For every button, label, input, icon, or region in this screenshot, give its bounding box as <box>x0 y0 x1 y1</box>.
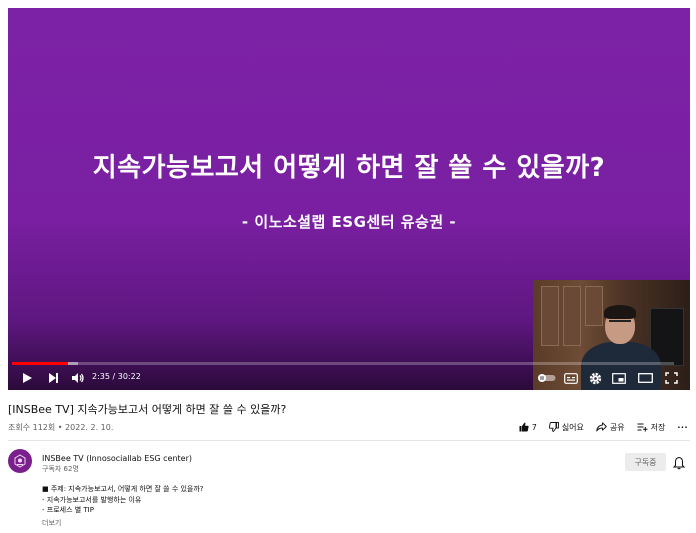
slide-title: 지속가능보고서 어떻게 하면 잘 쓸 수 있을까? <box>92 153 606 183</box>
channel-avatar[interactable] <box>8 449 32 473</box>
bee-logo-icon <box>14 454 26 468</box>
description-line: ■ 주제: 지속가능보고서, 어떻게 하면 잘 쓸 수 있을까? <box>42 485 204 493</box>
bell-icon[interactable] <box>672 455 686 470</box>
miniplayer-icon[interactable] <box>608 368 630 388</box>
subscriber-count: 구독자 62명 <box>42 465 79 473</box>
player-controls: 2:35 / 30:22 <box>8 366 690 390</box>
theater-icon[interactable] <box>634 368 656 388</box>
action-bar: 7 싫어요 공유 저장 ··· <box>507 420 688 434</box>
show-more-link[interactable]: 더보기 <box>42 518 61 528</box>
thumbs-down-icon <box>548 422 559 432</box>
next-icon[interactable] <box>44 368 62 388</box>
view-count-and-date: 조회수 112회 • 2022. 2. 10. <box>8 423 114 432</box>
channel-name[interactable]: INSBee TV (Innosociallab ESG center) <box>42 454 192 463</box>
volume-icon[interactable] <box>68 368 86 388</box>
more-actions-button[interactable]: ··· <box>677 423 688 432</box>
share-button[interactable]: 공유 <box>596 422 625 433</box>
video-title: [INSBee TV] 지속가능보고서 어떻게 하면 잘 쓸 수 있을까? <box>8 403 287 416</box>
subscribed-button[interactable]: 구독중 <box>625 453 666 471</box>
video-description: ■ 주제: 지속가능보고서, 어떻게 하면 잘 쓸 수 있을까? - 지속가능보… <box>42 484 204 516</box>
slide-subtitle: - 이노소셜랩 ESG센터 유승권 - <box>241 213 457 231</box>
save-button[interactable]: 저장 <box>637 422 666 433</box>
dislike-button[interactable]: 싫어요 <box>548 422 584 433</box>
video-player[interactable]: 지속가능보고서 어떻게 하면 잘 쓸 수 있을까? - 이노소셜랩 ESG센터 … <box>8 8 690 390</box>
progress-fill <box>12 362 69 365</box>
like-count: 7 <box>531 422 537 432</box>
progress-bar[interactable] <box>12 362 674 365</box>
time-display: 2:35 / 30:22 <box>92 372 141 381</box>
save-label: 저장 <box>650 422 666 432</box>
dislike-label: 싫어요 <box>561 422 584 432</box>
fullscreen-icon[interactable] <box>660 368 682 388</box>
captions-icon[interactable] <box>560 368 582 388</box>
share-label: 공유 <box>609 422 625 432</box>
description-line: - 지속가능보고서를 발행하는 이유 <box>42 495 142 504</box>
divider <box>8 440 690 441</box>
more-horizontal-icon: ··· <box>677 422 688 432</box>
youtube-watch-page: 지속가능보고서 어떻게 하면 잘 쓸 수 있을까? - 이노소셜랩 ESG센터 … <box>0 0 696 533</box>
autoplay-toggle-icon[interactable] <box>536 368 558 388</box>
like-button[interactable]: 7 <box>519 422 537 432</box>
thumbs-up-icon <box>519 422 529 432</box>
add-to-playlist-icon <box>637 423 648 432</box>
description-line: - 프로세스 별 TIP <box>42 506 94 514</box>
settings-icon[interactable] <box>584 368 606 388</box>
share-icon <box>596 422 607 432</box>
play-icon[interactable] <box>18 368 36 388</box>
